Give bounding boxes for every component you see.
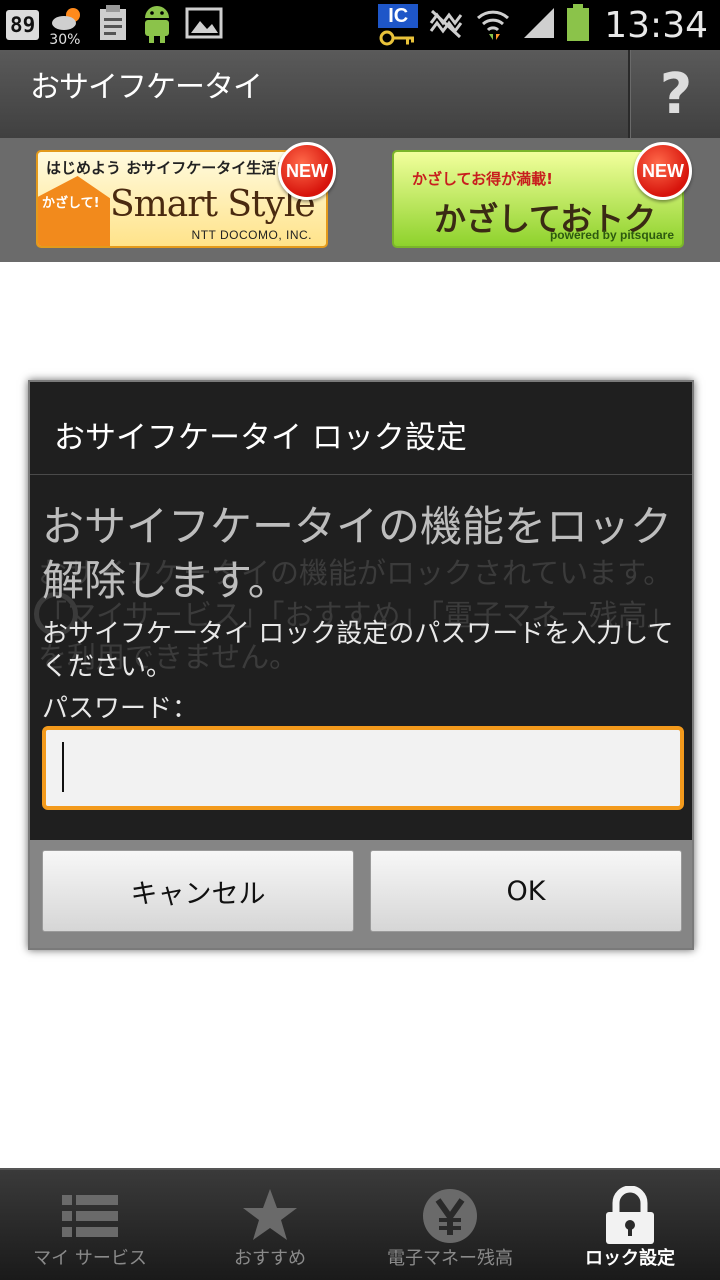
tab-label: 電子マネー残高 (387, 1248, 513, 1269)
status-bar-left: 89 30% (6, 2, 223, 48)
weather-icon: 30% (49, 4, 87, 48)
signal-icon (522, 6, 556, 44)
banner-tag: かざして! (42, 196, 100, 211)
new-badge: NEW (634, 142, 692, 200)
tab-label: ロック設定 (585, 1248, 675, 1269)
text-cursor (62, 742, 64, 792)
password-label: パスワード： (42, 694, 199, 724)
list-icon (58, 1186, 122, 1246)
tab-recommended[interactable]: おすすめ (180, 1170, 360, 1280)
bottom-tab-bar: マイ サービス おすすめ 電子マネー残高 ロック設定 (0, 1168, 720, 1280)
lock-settings-dialog: おサイフケータイ ロック設定 おサイフケータイの機能がロックされています。「マイ… (28, 380, 694, 950)
new-badge: NEW (278, 142, 336, 200)
app-title: おサイフケータイ (30, 70, 263, 105)
mute-icon (428, 7, 464, 43)
yen-icon (418, 1186, 482, 1246)
banner-header: かざしてお得が満載! (412, 170, 553, 188)
status-bar-right: IC 13:34 (378, 0, 708, 50)
password-input[interactable] (42, 726, 684, 810)
app-header: おサイフケータイ ? (0, 50, 720, 138)
tab-lock-settings[interactable]: ロック設定 (540, 1170, 720, 1280)
header-divider (628, 50, 631, 138)
status-bar: 89 30% IC 13:34 (0, 0, 720, 50)
image-icon (185, 6, 223, 44)
clock: 13:34 (604, 4, 708, 46)
battery-icon (566, 4, 590, 46)
banner-header: はじめよう おサイフケータイ生活! (46, 159, 284, 177)
dialog-message-small: おサイフケータイ ロック設定のパスワードを入力してください。 (42, 619, 674, 682)
person-silhouette-icon (38, 176, 110, 246)
dialog-message-large: おサイフケータイの機能をロック解除します。 (42, 502, 673, 605)
ic-key-icon: IC (378, 2, 419, 48)
banner-main-text: Smart Style (110, 184, 316, 225)
tab-label: マイ サービス (33, 1248, 147, 1269)
cancel-button[interactable]: キャンセル (42, 850, 354, 932)
weather-percent: 30% (49, 32, 81, 48)
tab-my-service[interactable]: マイ サービス (0, 1170, 180, 1280)
help-button[interactable]: ? (632, 50, 720, 138)
android-icon (139, 2, 175, 48)
ok-button[interactable]: OK (370, 850, 682, 932)
weather-glyph (52, 8, 81, 30)
banner-sub-text: NTT DOCOMO, INC. (191, 228, 312, 242)
tab-e-money-balance[interactable]: 電子マネー残高 (360, 1170, 540, 1280)
ic-label: IC (378, 4, 419, 28)
clipboard-icon (97, 4, 129, 46)
star-icon (238, 1186, 302, 1246)
banner-sub-text: powered by pitsquare (549, 228, 674, 242)
dialog-button-bar: キャンセル OK (30, 840, 692, 948)
dialog-title: おサイフケータイ ロック設定 (54, 420, 467, 456)
lock-icon (598, 1186, 662, 1246)
tab-label: おすすめ (234, 1248, 306, 1269)
wifi-icon (474, 4, 512, 46)
dialog-divider (30, 474, 692, 475)
notification-count-badge: 89 (6, 10, 40, 40)
banner-area: はじめよう おサイフケータイ生活! かざして! Smart Style NTT … (0, 138, 720, 262)
